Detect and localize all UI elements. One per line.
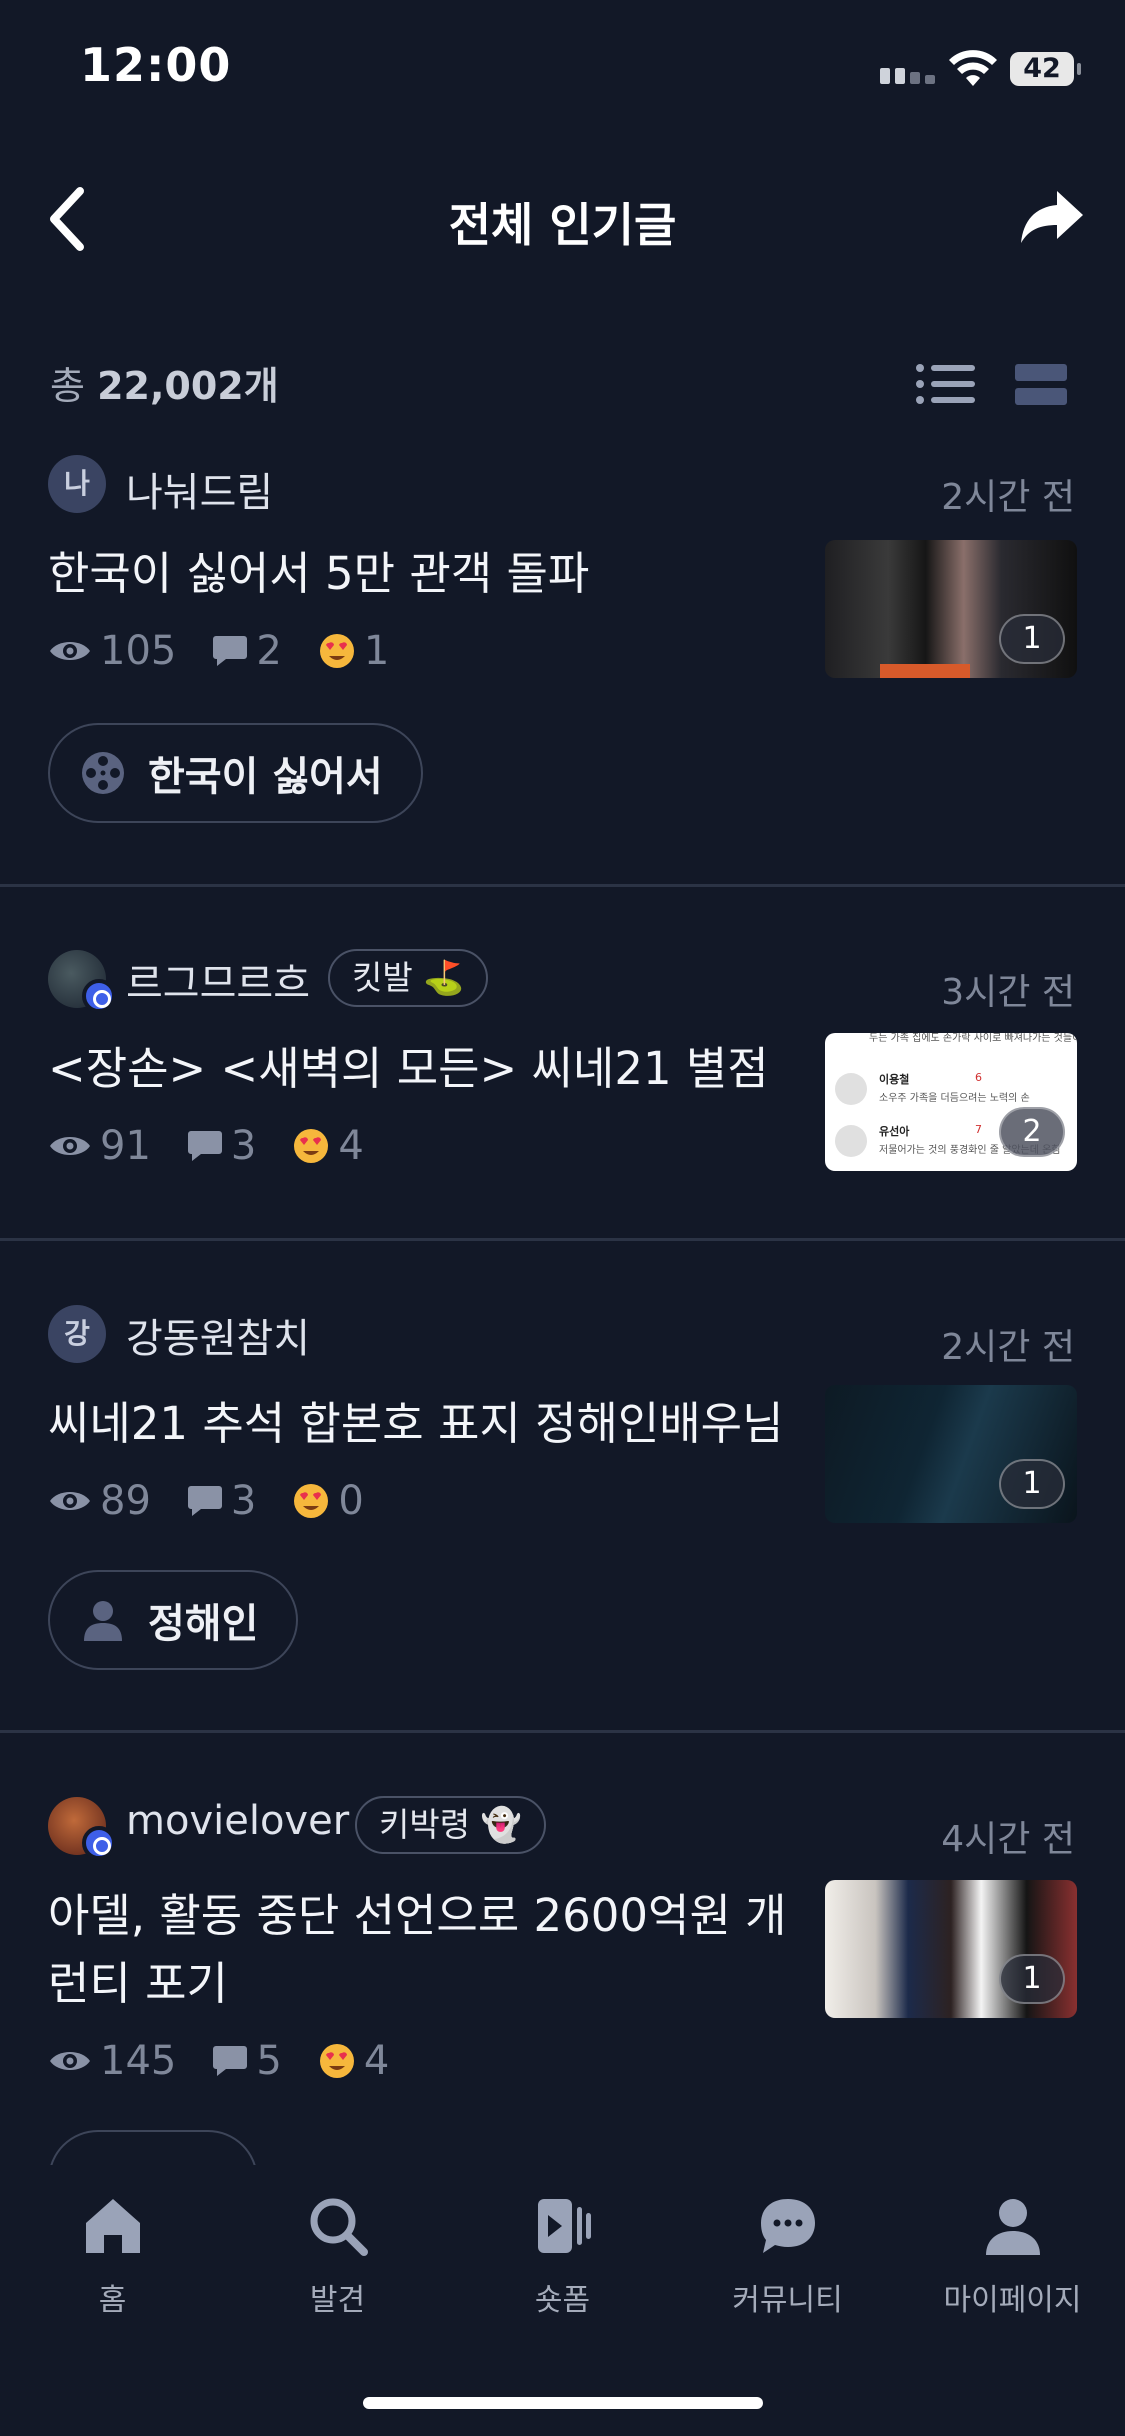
image-count-badge: 1: [999, 1459, 1065, 1509]
status-time: 12:00: [80, 38, 232, 92]
user-title-tag: 킷발 ⛳: [328, 949, 489, 1007]
post-title[interactable]: 씨네21 추석 합본호 표지 정해인배우님: [48, 1390, 808, 1458]
comment-count: 2: [256, 628, 282, 674]
tab-label: 커뮤니티: [732, 2283, 843, 2318]
comment-count: 5: [256, 2038, 282, 2084]
eye-icon: [50, 642, 90, 660]
thumbnail-review-row: 두는 가족 집에도 손가락 사이로 빠져나가는 것들이 아쉬워서: [869, 1033, 1077, 1044]
author-name[interactable]: movielover: [126, 1798, 349, 1844]
community-icon: [760, 2199, 815, 2253]
post-thumbnail[interactable]: 두는 가족 집에도 손가락 사이로 빠져나가는 것들이 아쉬워서 이용철 6 소…: [825, 1033, 1077, 1171]
divider: [0, 1730, 1125, 1733]
post-title[interactable]: 아델, 활동 중단 선언으로 2600억원 개런티 포기: [48, 1882, 808, 2018]
image-count-badge: 2: [999, 1107, 1065, 1157]
tab-mypage[interactable]: 마이페이지: [900, 2195, 1125, 2319]
post-thumbnail[interactable]: 1: [825, 540, 1077, 678]
person-chip-label: 정해인: [148, 1601, 259, 1647]
total-count-prefix: 총: [50, 364, 85, 408]
reaction-count: 4: [363, 2038, 390, 2084]
avatar: 나: [48, 455, 106, 513]
total-count: 총 22,002개: [50, 355, 279, 410]
list-view-icon[interactable]: [915, 362, 975, 406]
card-view-icon[interactable]: [1015, 364, 1067, 406]
film-reel-icon: [82, 752, 124, 794]
post-time: 4시간 전: [941, 1819, 1075, 1860]
shortform-icon: [537, 2199, 591, 2253]
eye-icon: [50, 1492, 90, 1510]
user-title-tag: 키박령 👻: [355, 1796, 546, 1854]
author-name[interactable]: 나눠드림: [126, 460, 273, 518]
status-bar: 12:00 42: [0, 0, 1125, 135]
tab-label: 마이페이지: [943, 2283, 1082, 2318]
verified-badge-icon: [82, 979, 116, 1013]
wifi-icon: [949, 50, 997, 86]
header: 전체 인기글: [0, 165, 1125, 275]
bottom-tab-bar: 홈 발견 숏폼 커뮤니티 마이페이지: [0, 2165, 1125, 2436]
comment-icon: [187, 1486, 222, 1516]
post-stats: 89 3 0: [48, 1478, 400, 1524]
verified-badge-icon: [82, 1826, 116, 1860]
tab-community[interactable]: 커뮤니티: [675, 2195, 900, 2319]
post-time: 2시간 전: [941, 477, 1075, 518]
comment-count: 3: [230, 1123, 257, 1169]
comment-icon: [187, 1131, 222, 1161]
tab-home[interactable]: 홈: [0, 2195, 225, 2319]
post-thumbnail[interactable]: 1: [825, 1880, 1077, 2018]
total-count-value: 22,002개: [97, 364, 279, 408]
home-indicator: [363, 2397, 763, 2409]
topic-chip[interactable]: 한국이 싫어서: [48, 723, 423, 823]
divider: [0, 884, 1125, 887]
cellular-signal-icon: [880, 68, 935, 84]
post-stats: 105 2 1: [48, 628, 425, 674]
comment-count: 3: [230, 1478, 257, 1524]
image-count-badge: 1: [999, 1954, 1065, 2004]
post-title[interactable]: <장손> <새벽의 모든> 씨네21 별점: [48, 1035, 808, 1103]
post-item[interactable]: movielover 키박령 👻 4시간 전 아델, 활동 중단 선언으로 26…: [0, 1792, 1125, 2172]
reaction-count: 0: [338, 1478, 364, 1524]
home-icon: [85, 2199, 140, 2253]
search-icon: [310, 2198, 368, 2256]
page-title: 전체 인기글: [448, 198, 677, 252]
person-chip[interactable]: 정해인: [48, 1570, 299, 1670]
post-thumbnail[interactable]: 1: [825, 1385, 1077, 1523]
tab-label: 홈: [98, 2283, 127, 2318]
author-name[interactable]: 강동원참치: [126, 1306, 310, 1364]
author-name[interactable]: 르그므르흐: [126, 951, 310, 1009]
post-time: 3시간 전: [941, 972, 1075, 1013]
divider: [0, 1238, 1125, 1241]
view-count: 105: [100, 628, 177, 674]
post-stats: 91 3 4: [48, 1123, 400, 1169]
view-count: 145: [100, 2038, 177, 2084]
heart-eyes-emoji-icon: [294, 1129, 329, 1163]
post-item[interactable]: 강 강동원참치 2시간 전 씨네21 추석 합본호 표지 정해인배우님 89 3…: [0, 1300, 1125, 1730]
post-stats: 145 5 4: [48, 2038, 425, 2084]
post-time: 2시간 전: [941, 1327, 1075, 1368]
avatar: 강: [48, 1305, 106, 1363]
thumbnail-review-row: 이용철 6 소우주 가족을 더듬으려는 노력의 손: [835, 1069, 1067, 1109]
tab-label: 숏폼: [534, 2283, 591, 2318]
post-title[interactable]: 한국이 싫어서 5만 관객 돌파: [48, 540, 808, 608]
reaction-count: 4: [338, 1123, 364, 1169]
eye-icon: [50, 2052, 90, 2070]
profile-icon: [985, 2199, 1040, 2255]
reaction-count: 1: [363, 628, 390, 674]
comment-icon: [213, 636, 248, 666]
tab-label: 발견: [309, 2283, 366, 2318]
post-item[interactable]: 나 나눠드림 2시간 전 한국이 싫어서 5만 관객 돌파 105 2 1 1 …: [0, 450, 1125, 880]
share-button[interactable]: [1019, 187, 1085, 247]
view-count: 91: [100, 1123, 151, 1169]
heart-eyes-emoji-icon: [294, 1484, 329, 1518]
tab-shortform[interactable]: 숏폼: [450, 2195, 675, 2319]
heart-eyes-emoji-icon: [319, 634, 354, 668]
post-item[interactable]: 르그므르흐 킷발 ⛳ 3시간 전 <장손> <새벽의 모든> 씨네21 별점 9…: [0, 945, 1125, 1235]
view-count: 89: [100, 1478, 151, 1524]
heart-eyes-emoji-icon: [319, 2044, 354, 2078]
image-count-badge: 1: [999, 614, 1065, 664]
tab-discover[interactable]: 발견: [225, 2195, 450, 2319]
battery-indicator: 42: [1010, 52, 1081, 86]
eye-icon: [50, 1137, 90, 1155]
topic-chip-label: 한국이 싫어서: [148, 754, 383, 800]
comment-icon: [213, 2046, 248, 2076]
person-icon: [84, 1601, 122, 1641]
